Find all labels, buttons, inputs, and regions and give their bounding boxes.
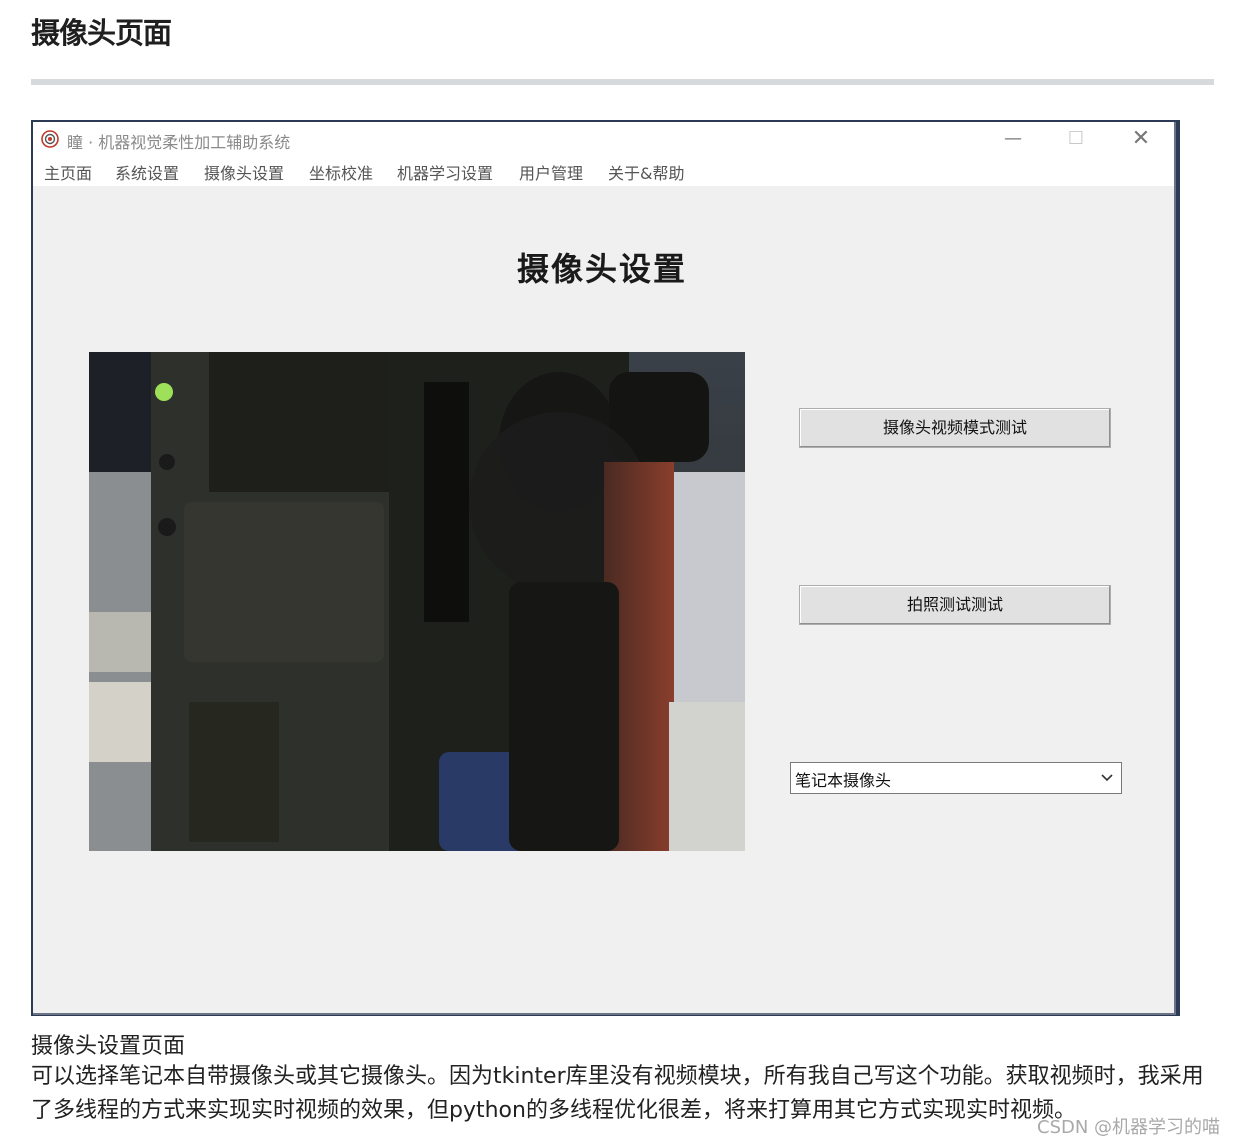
- window-title: 瞳 · 机器视觉柔性加工辅助系统: [67, 133, 291, 152]
- watermark: CSDN @机器学习的喵: [1037, 1117, 1221, 1138]
- menu-bar: 主页面 系统设置 摄像头设置 坐标校准 机器学习设置 用户管理 关于&帮助: [33, 156, 1174, 186]
- title-bar: 瞳 · 机器视觉柔性加工辅助系统 — ☐ ✕: [33, 122, 1174, 156]
- camera-select-value: 笔记本摄像头: [795, 771, 892, 790]
- video-mode-test-button[interactable]: 摄像头视频模式测试: [799, 408, 1111, 448]
- app-window: 瞳 · 机器视觉柔性加工辅助系统 — ☐ ✕ 主页面 系统设置 摄像头设置 坐标…: [33, 122, 1176, 1015]
- menu-ml-settings[interactable]: 机器学习设置: [397, 160, 493, 184]
- camera-frame-image: [89, 352, 745, 851]
- menu-user-management[interactable]: 用户管理: [519, 160, 583, 184]
- page-title: 摄像头设置: [517, 250, 688, 288]
- menu-about-help[interactable]: 关于&帮助: [608, 160, 684, 184]
- menu-system-settings[interactable]: 系统设置: [115, 160, 179, 184]
- menu-camera-settings[interactable]: 摄像头设置: [204, 160, 284, 184]
- camera-select[interactable]: 笔记本摄像头: [790, 762, 1122, 794]
- app-logo-icon: [41, 130, 59, 148]
- close-button[interactable]: ✕: [1111, 122, 1171, 156]
- minimize-button[interactable]: —: [983, 122, 1043, 156]
- maximize-button[interactable]: ☐: [1046, 122, 1106, 156]
- image-caption: 摄像头设置页面: [31, 1034, 186, 1059]
- chevron-down-icon[interactable]: [1099, 769, 1115, 785]
- app-screenshot: 瞳 · 机器视觉柔性加工辅助系统 — ☐ ✕ 主页面 系统设置 摄像头设置 坐标…: [31, 120, 1180, 1016]
- article-heading: 摄像头页面: [31, 16, 172, 50]
- heading-divider: [31, 79, 1214, 85]
- menu-coordinate-calibration[interactable]: 坐标校准: [309, 160, 373, 184]
- camera-video-feed: [89, 352, 745, 851]
- photo-test-button[interactable]: 拍照测试测试: [799, 585, 1111, 625]
- menu-home[interactable]: 主页面: [44, 160, 92, 184]
